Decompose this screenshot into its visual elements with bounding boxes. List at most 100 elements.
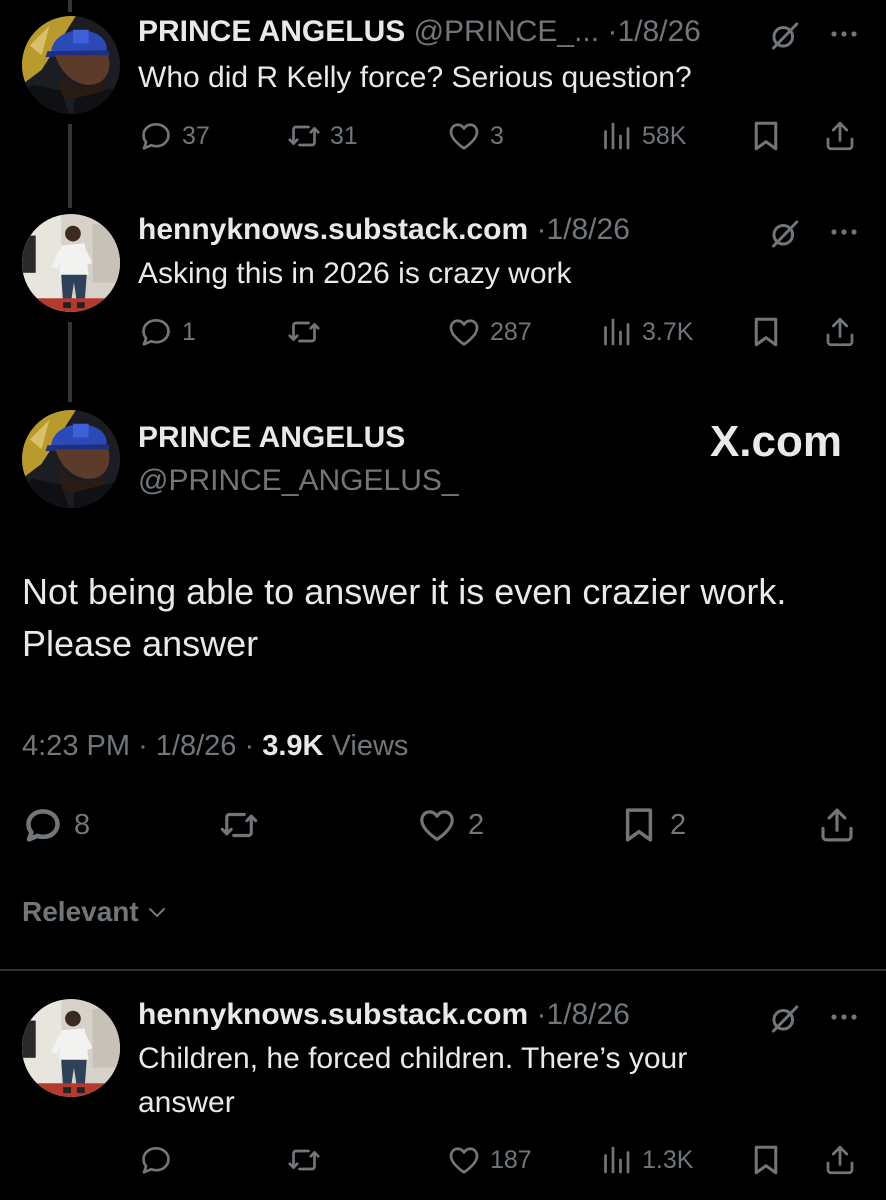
tweet-date[interactable]: 1/8/26 [617, 15, 700, 48]
views-icon [598, 118, 634, 154]
repost-icon [286, 314, 322, 350]
repost-count: 31 [330, 121, 358, 150]
repost-button[interactable]: 31 [286, 116, 358, 156]
action-bar: 187 1.3K [138, 1140, 862, 1180]
repost-icon [286, 1142, 322, 1178]
views-button[interactable]: 58K [598, 116, 686, 156]
tweet-text: Children, he forced children. There’s yo… [138, 1042, 688, 1119]
bookmark-button[interactable]: 2 [618, 802, 686, 848]
reply-count: 8 [74, 808, 91, 841]
share-button[interactable] [822, 312, 858, 352]
author-name[interactable]: hennyknows.substack.com [138, 998, 528, 1031]
separator: · [607, 15, 618, 48]
views-button[interactable]: 3.7K [598, 312, 693, 352]
reply-count: 37 [182, 121, 210, 150]
brand-watermark: X.com [709, 417, 842, 466]
like-icon [416, 804, 458, 846]
views-button[interactable]: 1.3K [598, 1140, 693, 1180]
reply-button[interactable]: 37 [138, 116, 210, 156]
more-icon[interactable] [826, 1007, 862, 1027]
repost-icon [286, 118, 322, 154]
author-handle[interactable]: @PRINCE_... [414, 15, 600, 48]
action-bar: 1 287 3.7K [138, 312, 862, 352]
views-count: 58K [642, 121, 687, 150]
more-icon[interactable] [826, 24, 862, 44]
like-count: 187 [490, 1145, 532, 1174]
grok-icon[interactable] [766, 18, 802, 54]
separator: · [138, 730, 148, 762]
author-name[interactable]: hennyknows.substack.com [138, 213, 528, 246]
like-icon [446, 1142, 482, 1178]
reply-button[interactable]: 1 [138, 312, 196, 352]
action-bar: 37 31 3 58K [138, 116, 862, 156]
share-icon [816, 804, 858, 846]
share-icon [822, 1142, 858, 1178]
bookmark-icon [748, 118, 784, 154]
chevron-down-icon [145, 900, 169, 924]
tweet-parent-1[interactable]: PRINCE ANGELUS @PRINCE_... ·1/8/26 Who d… [0, 0, 886, 170]
reply-icon [138, 314, 174, 350]
like-button[interactable]: 3 [446, 116, 504, 156]
grok-icon[interactable] [766, 1001, 802, 1037]
views-count: 3.7K [642, 317, 694, 346]
sort-dropdown[interactable]: Relevant [22, 896, 169, 928]
like-icon [446, 118, 482, 154]
views-label: Views [331, 730, 409, 762]
reply-tweet[interactable]: hennyknows.substack.com ·1/8/26 Children… [0, 985, 886, 1200]
sort-label: Relevant [22, 896, 139, 927]
like-button[interactable]: 187 [446, 1140, 532, 1180]
avatar[interactable] [22, 999, 120, 1097]
reply-button[interactable] [138, 1140, 182, 1180]
share-icon [822, 314, 858, 350]
tweet-header: PRINCE ANGELUS @PRINCE_... ·1/8/26 [138, 14, 796, 50]
like-button[interactable]: 2 [416, 802, 484, 848]
bookmark-button[interactable] [748, 116, 784, 156]
tweet-time[interactable]: 4:23 PM [22, 730, 130, 762]
bookmark-button[interactable] [748, 312, 784, 352]
like-button[interactable]: 287 [446, 312, 532, 352]
like-count: 3 [490, 121, 504, 150]
repost-button[interactable] [286, 1140, 330, 1180]
tweet-date[interactable]: 1/8/26 [546, 213, 629, 246]
tweet-text: Not being able to answer it is even craz… [22, 571, 787, 664]
tweet-text: Who did R Kelly force? Serious question? [138, 61, 692, 94]
bookmark-icon [618, 804, 660, 846]
views-count: 1.3K [642, 1145, 694, 1174]
separator: · [536, 998, 547, 1031]
repost-button[interactable] [218, 802, 270, 848]
tweet-date[interactable]: 1/8/26 [156, 730, 237, 762]
repost-button[interactable] [286, 312, 330, 352]
tweet-header: hennyknows.substack.com ·1/8/26 [138, 212, 796, 248]
share-button[interactable] [822, 116, 858, 156]
more-icon[interactable] [826, 222, 862, 242]
reply-button[interactable]: 8 [22, 802, 90, 848]
author-name[interactable]: PRINCE ANGELUS [138, 15, 405, 48]
bookmark-button[interactable] [748, 1140, 784, 1180]
avatar[interactable] [22, 16, 120, 114]
avatar[interactable] [22, 410, 120, 508]
reply-count: 1 [182, 317, 196, 346]
share-button[interactable] [822, 1140, 858, 1180]
tweet-parent-2[interactable]: hennyknows.substack.com ·1/8/26 Asking t… [0, 200, 886, 370]
like-icon [446, 314, 482, 350]
avatar[interactable] [22, 214, 120, 312]
views-icon [598, 1142, 634, 1178]
share-icon [822, 118, 858, 154]
action-bar: 8 2 2 [22, 802, 862, 848]
views-icon [598, 314, 634, 350]
reply-icon [138, 1142, 174, 1178]
reply-icon [138, 118, 174, 154]
views-count: 3.9K [262, 730, 324, 762]
grok-icon[interactable] [766, 216, 802, 252]
author-name[interactable]: PRINCE ANGELUS [138, 420, 405, 456]
tweet-date[interactable]: 1/8/26 [546, 998, 629, 1031]
like-count: 287 [490, 317, 532, 346]
reply-icon [22, 804, 64, 846]
share-button[interactable] [816, 802, 858, 848]
divider [0, 969, 886, 971]
author-handle[interactable]: @PRINCE_ANGELUS_ [138, 463, 459, 499]
like-count: 2 [468, 808, 485, 841]
repost-icon [218, 804, 260, 846]
tweet-text: Asking this in 2026 is crazy work [138, 257, 572, 290]
bookmark-icon [748, 1142, 784, 1178]
